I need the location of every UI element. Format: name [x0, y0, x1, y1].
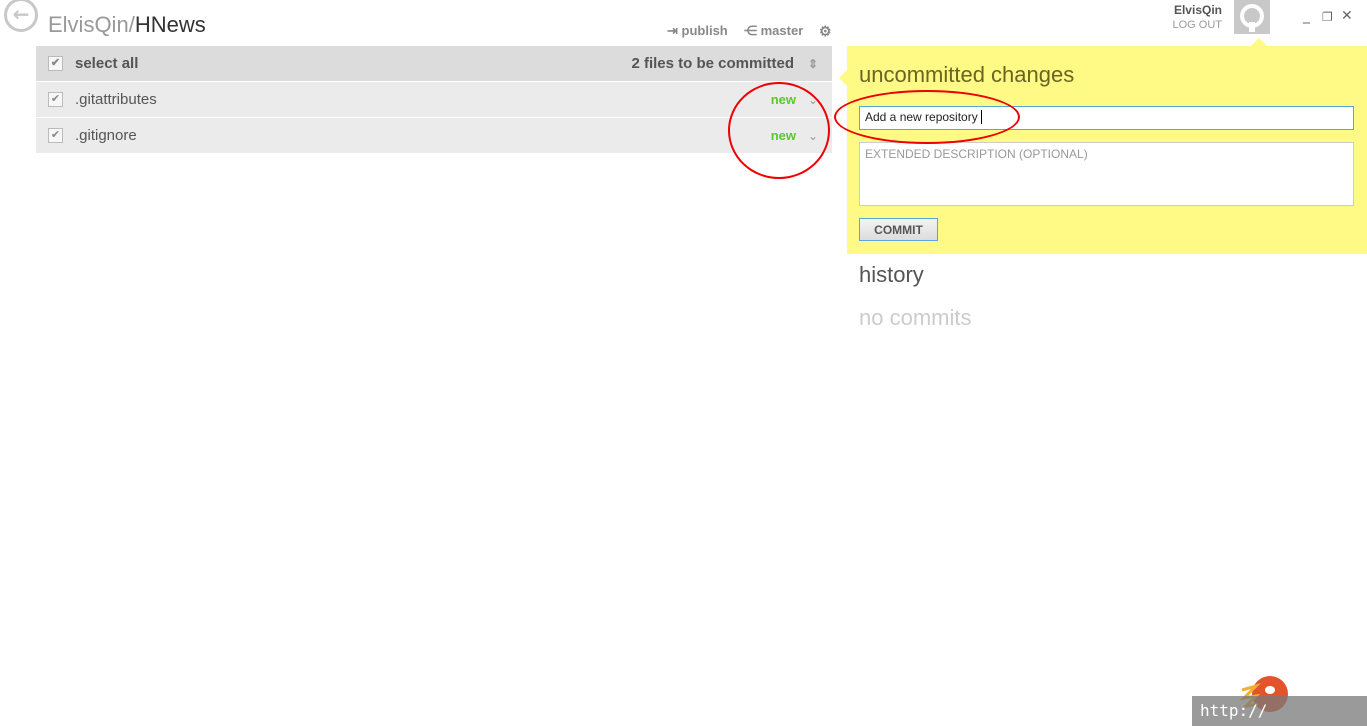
files-count: 2 files to be committed	[631, 55, 794, 72]
watermark: http://	[1192, 696, 1367, 726]
changes-list: ✔ select all 2 files to be committed ⇕ ✔…	[36, 46, 832, 154]
panel-pointer	[839, 70, 847, 86]
select-all-label: select all	[75, 55, 139, 72]
branch-icon: ⋲	[744, 23, 757, 38]
file-status: new	[770, 92, 796, 107]
no-commits-label: no commits	[859, 305, 972, 330]
select-all-checkbox[interactable]: ✔	[48, 56, 63, 71]
octocat-icon	[1240, 4, 1264, 32]
expand-chevron-icon[interactable]: ⌄	[806, 93, 820, 107]
user-info: ElvisQin LOG OUT	[1160, 3, 1222, 31]
file-checkbox[interactable]: ✔	[48, 128, 63, 143]
arrow-left-icon: ←	[12, 2, 30, 26]
logout-link[interactable]: LOG OUT	[1160, 19, 1222, 31]
sort-chevron-icon[interactable]: ⇕	[806, 57, 820, 71]
file-name: .gitignore	[75, 127, 137, 144]
repo-owner: ElvisQin	[48, 12, 129, 37]
avatar[interactable]	[1234, 0, 1270, 34]
summary-value: Add a new repository	[865, 110, 978, 124]
branch-label: master	[760, 23, 804, 38]
file-status: new	[770, 128, 796, 143]
panel-pointer-top	[1251, 38, 1267, 46]
file-row[interactable]: ✔ .gitattributes new ⌄	[36, 82, 832, 118]
publish-label: publish	[681, 23, 728, 38]
page-title: ElvisQin/HNews	[48, 12, 206, 38]
expand-chevron-icon[interactable]: ⌄	[806, 129, 820, 143]
commit-summary-input[interactable]: Add a new repository	[859, 106, 1354, 130]
text-caret	[980, 110, 982, 124]
commit-button[interactable]: COMMIT	[859, 218, 938, 241]
publish-icon: ⇥	[667, 23, 678, 38]
back-button[interactable]: ←	[4, 0, 38, 32]
file-row[interactable]: ✔ .gitignore new ⌄	[36, 118, 832, 154]
file-checkbox[interactable]: ✔	[48, 92, 63, 107]
description-placeholder: EXTENDED DESCRIPTION (OPTIONAL)	[865, 147, 1088, 161]
repo-name: HNews	[134, 12, 206, 37]
panel-title: uncommitted changes	[859, 62, 1075, 87]
minimize-button[interactable]: _	[1303, 8, 1310, 24]
extended-description-input[interactable]: EXTENDED DESCRIPTION (OPTIONAL)	[859, 142, 1354, 206]
close-button[interactable]: ✕	[1341, 8, 1353, 24]
history-title: history	[859, 262, 924, 287]
commit-panel: uncommitted changes Add a new repository…	[839, 38, 1367, 254]
publish-button[interactable]: ⇥ publish	[667, 23, 728, 39]
restore-button[interactable]: ❐	[1322, 10, 1333, 24]
select-all-row[interactable]: ✔ select all 2 files to be committed ⇕	[36, 46, 832, 82]
file-name: .gitattributes	[75, 91, 157, 108]
username: ElvisQin	[1173, 3, 1222, 17]
settings-gear-icon[interactable]: ⚙	[819, 23, 832, 40]
branch-button[interactable]: ⋲ master	[744, 23, 803, 39]
